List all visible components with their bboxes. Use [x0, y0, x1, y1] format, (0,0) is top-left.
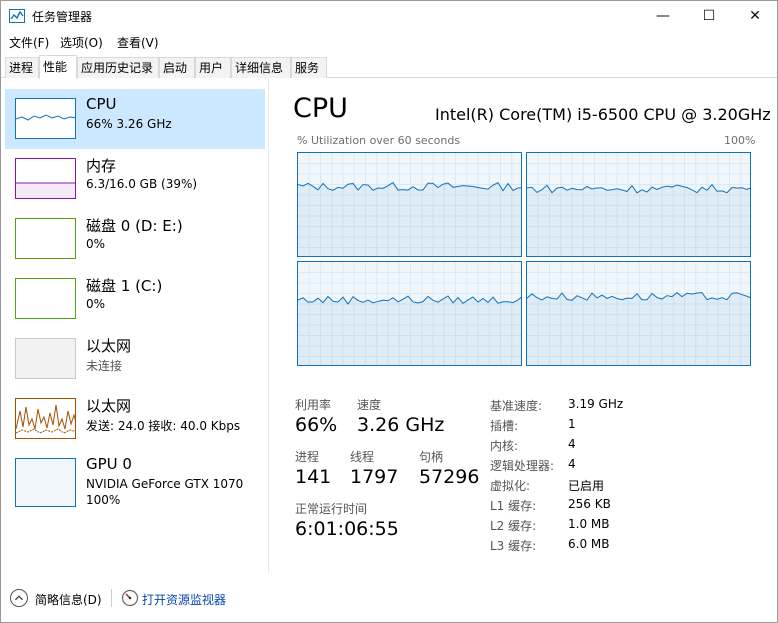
sidebar-item-memory[interactable]: 内存 6.3/16.0 GB (39%)	[5, 149, 265, 209]
spec-value: 已启用	[568, 479, 605, 493]
spec-value: 6.0 MB	[568, 537, 610, 551]
close-button[interactable]: ✕	[732, 1, 777, 32]
utilization-label: 利用率	[295, 398, 332, 412]
sidebar-item-label: 磁盘 1 (C:)	[86, 277, 163, 295]
footer-divider	[111, 589, 112, 607]
sidebar-item-label: GPU 0	[86, 455, 132, 473]
chevron-up-icon[interactable]	[10, 589, 28, 607]
fewer-details-button[interactable]: 简略信息(D)	[35, 591, 102, 608]
spec-label: 插槽:	[490, 419, 519, 433]
sidebar-item-label: 以太网	[86, 397, 132, 415]
memory-thumbnail	[15, 158, 76, 199]
utilization-area	[298, 295, 521, 365]
resource-list: CPU 66% 3.26 GHz 内存 6.3/16.0 GB (39%) 磁盘…	[1, 79, 269, 573]
spec-value: 256 KB	[568, 497, 611, 511]
tab-details[interactable]: 详细信息	[231, 57, 291, 78]
sidebar-item-label: 内存	[86, 157, 117, 175]
sidebar-item-value: 未连接	[86, 359, 123, 373]
speed-label: 速度	[357, 398, 382, 412]
cpu-model: Intel(R) Core(TM) i5-6500 CPU @ 3.20GHz	[435, 105, 771, 124]
spec-label: 基准速度:	[490, 399, 543, 413]
processes-value: 141	[295, 466, 332, 488]
detail-title: CPU	[293, 93, 348, 124]
tab-app-history[interactable]: 应用历史记录	[77, 57, 159, 78]
spec-label: 逻辑处理器:	[490, 459, 555, 473]
sidebar-item-value: 6.3/16.0 GB (39%)	[86, 177, 198, 191]
sidebar-item-gpu-0[interactable]: GPU 0 NVIDIA GeForce GTX 1070 100%	[5, 449, 265, 515]
sidebar-item-value: 0%	[86, 297, 106, 311]
graph-caption: % Utilization over 60 seconds	[297, 134, 461, 147]
sidebar-item-label: 以太网	[86, 337, 132, 355]
open-resource-monitor-link[interactable]: 打开资源监视器	[142, 591, 226, 608]
task-manager-icon	[9, 9, 25, 23]
handles-value: 57296	[419, 466, 480, 488]
uptime-value: 6:01:06:55	[295, 518, 399, 540]
speed-value: 3.26 GHz	[357, 414, 445, 436]
spec-label: 虚拟化:	[490, 479, 531, 493]
minimize-button[interactable]: —	[640, 1, 686, 32]
sidebar-item-cpu[interactable]: CPU 66% 3.26 GHz	[5, 89, 265, 149]
spec-label: 内核:	[490, 439, 519, 453]
sidebar-item-label: 磁盘 0 (D: E:)	[86, 217, 183, 235]
utilization-value: 66%	[295, 414, 338, 436]
gpu-thumbnail	[15, 458, 76, 507]
ethernet-2-thumbnail	[15, 398, 76, 439]
spec-label: L2 缓存:	[490, 519, 537, 533]
footer-bar: 简略信息(D) 打开资源监视器	[1, 585, 777, 615]
spec-value: 4	[568, 437, 576, 451]
resource-monitor-icon[interactable]	[121, 589, 139, 607]
maximize-button[interactable]: ☐	[686, 1, 732, 32]
sidebar-item-disk-0[interactable]: 磁盘 0 (D: E:) 0%	[5, 209, 265, 269]
core-graph-3	[526, 261, 751, 366]
title-bar[interactable]: 任务管理器 — ☐ ✕	[1, 1, 777, 32]
menu-file[interactable]: 文件(F)	[9, 34, 49, 51]
core-graph-1	[526, 152, 751, 257]
spec-value: 1	[568, 417, 576, 431]
utilization-area	[527, 184, 750, 256]
tab-processes[interactable]: 进程	[5, 57, 39, 78]
uptime-label: 正常运行时间	[295, 502, 368, 516]
tab-startup[interactable]: 启动	[159, 57, 195, 78]
sidebar-item-ethernet-2[interactable]: 以太网 发送: 24.0 接收: 40.0 Kbps	[5, 389, 265, 449]
spec-value: 4	[568, 457, 576, 471]
task-manager-window: 任务管理器 — ☐ ✕ 文件(F) 选项(O) 查看(V) 进程 性能 应用历史…	[0, 0, 778, 623]
threads-value: 1797	[350, 466, 399, 488]
ethernet-1-thumbnail	[15, 338, 76, 379]
spec-value: 3.19 GHz	[568, 397, 624, 411]
sidebar-item-value-2: 100%	[86, 493, 121, 507]
tab-performance[interactable]: 性能	[39, 55, 77, 79]
sidebar-item-ethernet-1[interactable]: 以太网 未连接	[5, 329, 265, 389]
sidebar-item-value: 0%	[86, 237, 106, 251]
core-graph-0	[297, 152, 522, 257]
disk-0-thumbnail	[15, 218, 76, 259]
menu-options[interactable]: 选项(O)	[60, 34, 103, 51]
window-title: 任务管理器	[32, 10, 93, 24]
sidebar-item-value: 66% 3.26 GHz	[86, 117, 172, 131]
sidebar-item-value: NVIDIA GeForce GTX 1070	[86, 477, 244, 491]
disk-1-thumbnail	[15, 278, 76, 319]
core-graph-2	[297, 261, 522, 366]
tab-users[interactable]: 用户	[195, 57, 231, 78]
sidebar-item-disk-1[interactable]: 磁盘 1 (C:) 0%	[5, 269, 265, 329]
processes-label: 进程	[295, 450, 320, 464]
sidebar-item-value: 发送: 24.0 接收: 40.0 Kbps	[86, 419, 241, 433]
menu-bar: 文件(F) 选项(O) 查看(V)	[1, 32, 777, 52]
tab-strip: 进程 性能 应用历史记录 启动 用户 详细信息 服务	[1, 55, 777, 79]
sidebar-item-label: CPU	[86, 95, 117, 113]
threads-label: 线程	[350, 450, 375, 464]
utilization-area	[298, 182, 521, 256]
spec-label: L3 缓存:	[490, 539, 537, 553]
spec-label: L1 缓存:	[490, 499, 537, 513]
menu-view[interactable]: 查看(V)	[117, 34, 159, 51]
utilization-area	[527, 292, 750, 365]
tab-services[interactable]: 服务	[291, 57, 327, 78]
cpu-thumbnail	[15, 98, 76, 139]
graph-max-label: 100%	[724, 134, 756, 147]
spec-value: 1.0 MB	[568, 517, 610, 531]
handles-label: 句柄	[419, 450, 444, 464]
